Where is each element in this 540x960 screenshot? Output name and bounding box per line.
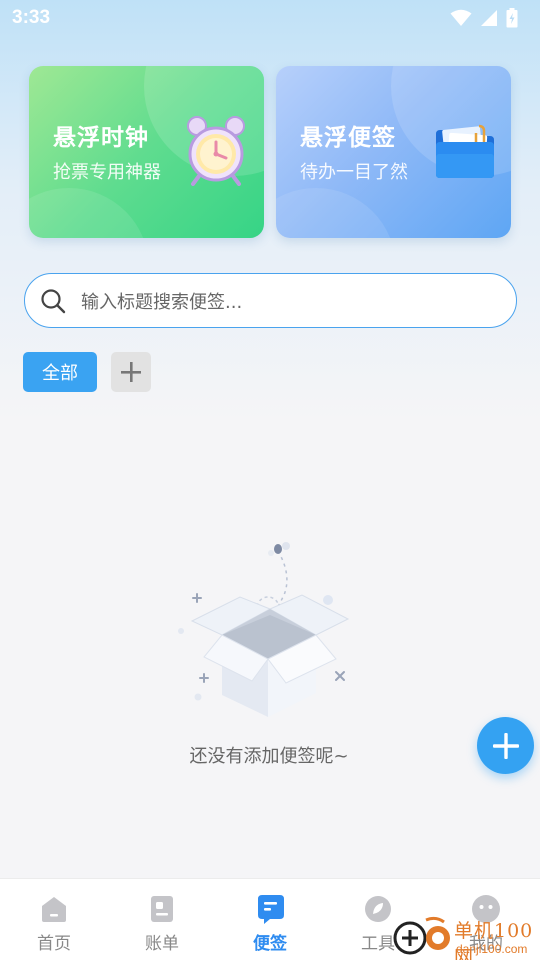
signal-icon (481, 10, 497, 26)
card-decoration (29, 188, 149, 238)
status-bar: 3:33 (0, 0, 540, 36)
nav-label: 工具 (361, 934, 395, 954)
category-all-chip[interactable]: 全部 (23, 352, 97, 392)
search-input[interactable]: 输入标题搜索便签... (24, 273, 517, 328)
alarm-clock-icon (187, 116, 245, 186)
wifi-icon (450, 9, 472, 26)
empty-box-illustration (178, 542, 350, 717)
card-title: 悬浮便签 (300, 125, 396, 151)
plus-icon (121, 362, 141, 382)
nav-label: 账单 (145, 934, 179, 954)
card-title: 悬浮时钟 (53, 125, 149, 151)
add-category-button[interactable] (111, 352, 151, 392)
tool-icon (365, 896, 391, 922)
home-icon (42, 897, 66, 922)
nav-label: 首页 (37, 934, 71, 954)
nav-item-note[interactable]: 便签 (216, 879, 324, 960)
plus-icon (492, 732, 519, 759)
card-subtitle: 抢票专用神器 (53, 162, 161, 183)
watermark-url: danji100.com (456, 942, 528, 956)
add-note-button[interactable] (477, 717, 534, 774)
card-subtitle: 待办一目了然 (300, 162, 408, 183)
status-icons (450, 8, 518, 28)
card-decoration (276, 188, 396, 238)
watermark-logo-icon (393, 916, 450, 955)
watermark: 单机100网 danji100.com (392, 912, 540, 960)
floating-note-card[interactable]: 悬浮便签 待办一目了然 (276, 66, 511, 238)
empty-state-message: 还没有添加便签呢~ (189, 746, 349, 767)
note-icon (258, 895, 284, 924)
search-icon (41, 288, 66, 313)
status-time: 3:33 (12, 7, 51, 28)
battery-icon (506, 8, 518, 28)
folder-note-icon (436, 124, 494, 178)
nav-label: 便签 (253, 934, 287, 954)
nav-item-bill[interactable]: 账单 (108, 879, 216, 960)
floating-clock-card[interactable]: 悬浮时钟 抢票专用神器 (29, 66, 264, 238)
search-placeholder: 输入标题搜索便签... (81, 291, 243, 313)
nav-item-home[interactable]: 首页 (0, 879, 108, 960)
bill-icon (151, 896, 173, 922)
